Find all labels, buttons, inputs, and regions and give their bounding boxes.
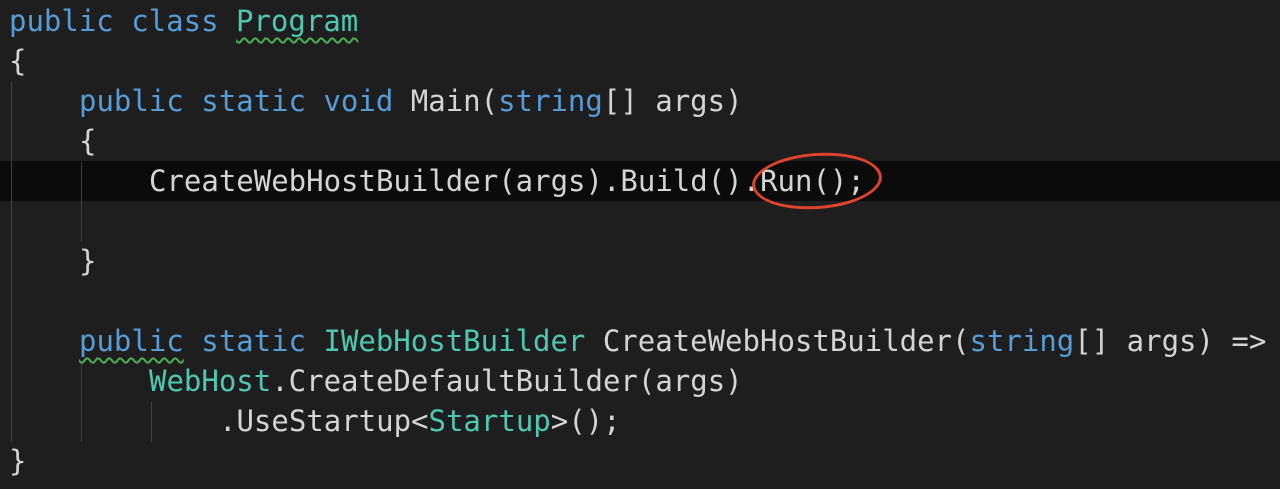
keyword-string: string bbox=[969, 324, 1075, 358]
code-line-use-startup[interactable]: .UseStartup<Startup>(); bbox=[219, 401, 621, 441]
code-line-open-brace[interactable]: { bbox=[79, 121, 96, 161]
keyword-static: static bbox=[201, 324, 306, 358]
open-brace: { bbox=[9, 44, 27, 78]
method-name-createwebhostbuilder: CreateWebHostBuilder( bbox=[602, 324, 970, 358]
indent-guide bbox=[81, 162, 82, 242]
code-line-create-default-builder[interactable]: WebHost.CreateDefaultBuilder(args) bbox=[149, 361, 743, 401]
use-startup-end: >(); bbox=[550, 404, 621, 438]
keyword-class: class bbox=[131, 4, 219, 38]
code-editor[interactable]: public class Program { public static voi… bbox=[0, 0, 1280, 489]
annotation-circle bbox=[750, 148, 884, 214]
keyword-public: public bbox=[79, 84, 184, 118]
keyword-public: public bbox=[9, 4, 114, 38]
keyword-static: static bbox=[201, 84, 306, 118]
indent-guide bbox=[81, 362, 82, 442]
type-iwebhostbuilder: IWebHostBuilder bbox=[323, 324, 586, 358]
close-brace: } bbox=[79, 244, 97, 278]
open-brace: { bbox=[79, 124, 97, 158]
main-params: [] args) bbox=[602, 84, 743, 118]
code-line-class-declaration[interactable]: public class Program bbox=[9, 1, 358, 41]
code-line-open-brace[interactable]: { bbox=[9, 41, 26, 81]
keyword-void: void bbox=[323, 84, 394, 118]
build-call: CreateWebHostBuilder(args).Build() bbox=[149, 164, 743, 198]
keyword-public: public bbox=[79, 324, 184, 358]
keyword-string: string bbox=[498, 84, 603, 118]
code-line-close-brace[interactable]: } bbox=[79, 241, 96, 281]
indent-guide bbox=[11, 82, 12, 442]
class-name-program: Program bbox=[236, 4, 359, 38]
method-name-main: Main( bbox=[410, 84, 499, 118]
code-line-main-declaration[interactable]: public static void Main(string[] args) bbox=[79, 81, 743, 121]
code-line-close-brace[interactable]: } bbox=[9, 441, 26, 481]
builder-params: [] args) => bbox=[1074, 324, 1267, 358]
type-webhost: WebHost bbox=[149, 364, 272, 398]
type-startup: Startup bbox=[428, 404, 551, 438]
close-brace: } bbox=[9, 444, 27, 478]
create-default-builder-call: .CreateDefaultBuilder(args) bbox=[271, 364, 743, 398]
use-startup-call: .UseStartup< bbox=[219, 404, 429, 438]
indent-guide bbox=[151, 402, 152, 442]
code-line-builder-declaration[interactable]: public static IWebHostBuilder CreateWebH… bbox=[79, 321, 1266, 361]
